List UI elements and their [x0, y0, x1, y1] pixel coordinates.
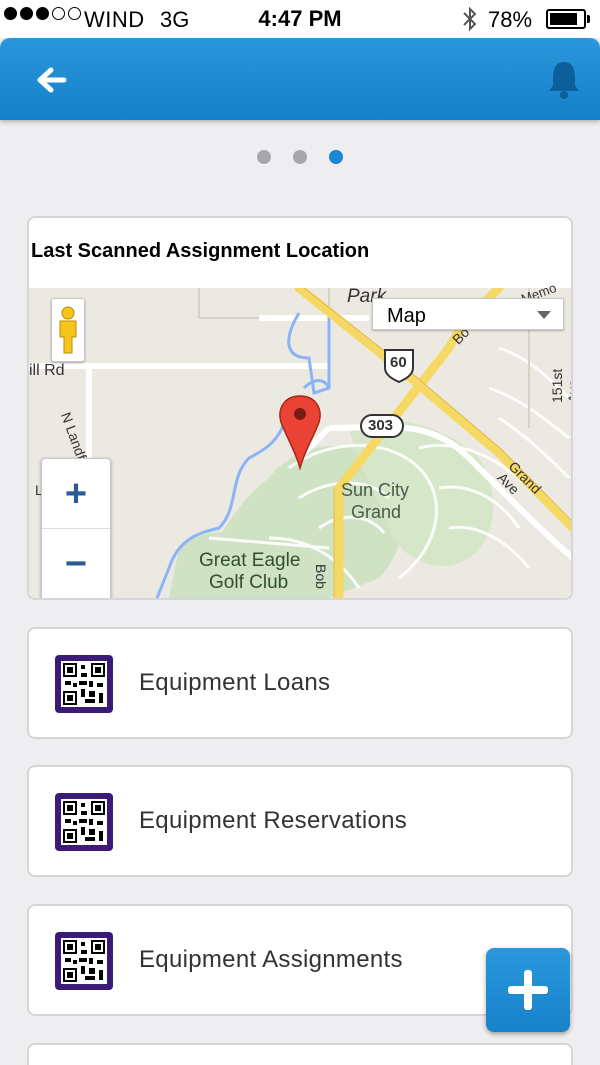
map-label-great-eagle: Great Eagle — [199, 550, 301, 571]
bluetooth-icon — [463, 6, 477, 32]
qr-code-graphic — [61, 799, 107, 845]
qr-code-icon — [55, 655, 113, 713]
qr-code-graphic — [61, 938, 107, 984]
last-scanned-location-card: Last Scanned Assignment Location Park il… — [27, 216, 573, 600]
chevron-down-icon — [537, 311, 551, 319]
map-label-151st-ave: 151st Ave — [549, 368, 573, 403]
zoom-in-button[interactable]: + — [42, 459, 110, 529]
qr-code-icon — [55, 932, 113, 990]
page-dot-1[interactable] — [257, 150, 271, 164]
add-button[interactable] — [486, 948, 570, 1032]
page-dot-2[interactable] — [293, 150, 307, 164]
list-item-label: Equipment Reservations — [139, 807, 408, 834]
map-type-label: Map — [387, 305, 426, 327]
battery-percentage: 78% — [488, 7, 533, 32]
back-button[interactable] — [32, 60, 72, 100]
page-indicator — [0, 150, 600, 164]
list-item-label: Equipment Loans — [139, 669, 331, 696]
street-view-pegman[interactable] — [51, 298, 85, 362]
map-label-golf-club: Golf Club — [209, 572, 289, 593]
pegman-icon — [59, 306, 77, 354]
notifications-button[interactable] — [544, 58, 584, 100]
map-label-grand: Grand — [351, 502, 402, 522]
app-header — [0, 38, 600, 120]
list-item-label: Equipment Assignments — [139, 946, 403, 973]
status-bar: WIND 3G 4:47 PM 78% — [0, 0, 600, 38]
qr-code-graphic — [61, 661, 107, 707]
arrow-left-icon — [37, 67, 67, 93]
bell-icon — [549, 62, 579, 99]
list-item-equipment-loans[interactable]: Equipment Loans — [27, 627, 573, 739]
zoom-out-button[interactable]: − — [42, 529, 110, 598]
list-item-next[interactable] — [27, 1043, 573, 1065]
list-item-equipment-reservations[interactable]: Equipment Reservations — [27, 765, 573, 877]
card-title: Last Scanned Assignment Location — [31, 240, 370, 262]
map-label-sun-city: Sun City — [341, 480, 410, 500]
map-label-hwy60: 60 — [390, 354, 407, 371]
map-type-dropdown[interactable]: Map — [372, 298, 564, 330]
zoom-controls: + − — [41, 458, 111, 598]
map-label-bob: Bob — [313, 564, 329, 589]
qr-code-icon — [55, 793, 113, 851]
battery-icon — [546, 9, 590, 29]
map-label-route303: 303 — [368, 417, 394, 434]
page-dot-3[interactable] — [329, 150, 343, 164]
location-map[interactable]: Park ill Rd N Landfill 60 303 Sun City G… — [29, 280, 573, 598]
map-label-mill-rd: ill Rd — [29, 362, 65, 379]
